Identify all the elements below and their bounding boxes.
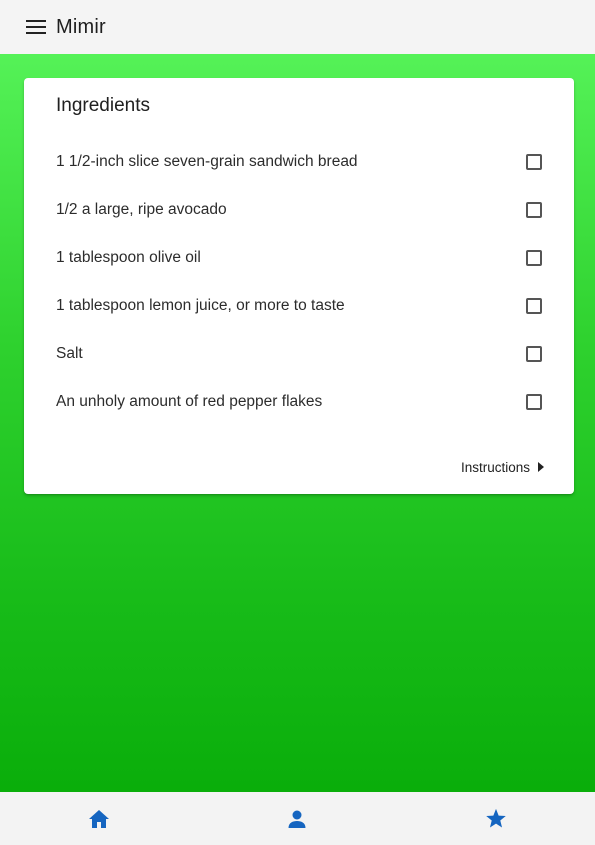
ingredient-label: 1 1/2-inch slice seven-grain sandwich br… — [56, 153, 358, 170]
ingredient-label: Salt — [56, 345, 83, 362]
arrow-right-icon — [538, 462, 544, 472]
ingredient-checkbox[interactable] — [526, 298, 542, 314]
nav-home[interactable] — [39, 792, 159, 845]
nav-favorites[interactable] — [436, 792, 556, 845]
ingredient-checkbox[interactable] — [526, 394, 542, 410]
ingredient-label: 1/2 a large, ripe avocado — [56, 201, 227, 218]
ingredient-item[interactable]: 1 tablespoon olive oil — [24, 234, 574, 282]
ingredient-label: An unholy amount of red pepper flakes — [56, 393, 323, 410]
menu-icon — [26, 20, 46, 34]
ingredient-checkbox[interactable] — [526, 346, 542, 362]
app-title: Mimir — [56, 15, 106, 38]
ingredient-checkbox[interactable] — [526, 154, 542, 170]
card-title: Ingredients — [56, 95, 151, 116]
person-icon — [288, 810, 306, 828]
star-icon — [486, 808, 506, 828]
ingredient-label: 1 tablespoon olive oil — [56, 249, 201, 266]
ingredients-card: Ingredients 1 1/2-inch slice seven-grain… — [24, 78, 574, 494]
ingredient-item[interactable]: 1/2 a large, ripe avocado — [24, 186, 574, 234]
ingredient-list: 1 1/2-inch slice seven-grain sandwich br… — [24, 138, 574, 426]
instructions-label: Instructions — [460, 459, 530, 475]
ingredient-label: 1 tablespoon lemon juice, or more to tas… — [56, 297, 345, 314]
ingredient-item[interactable]: 1 tablespoon lemon juice, or more to tas… — [24, 282, 574, 330]
instructions-button[interactable]: Instructions — [461, 456, 544, 478]
ingredient-item[interactable]: Salt — [24, 330, 574, 378]
ingredient-checkbox[interactable] — [526, 250, 542, 266]
app-root: Mimir Ingredients 1 1/2-inch slice seven… — [0, 0, 595, 845]
bottom-navigation — [0, 792, 595, 845]
ingredient-checkbox[interactable] — [526, 202, 542, 218]
home-icon — [89, 809, 110, 828]
top-app-bar: Mimir — [0, 0, 595, 54]
ingredient-item[interactable]: 1 1/2-inch slice seven-grain sandwich br… — [24, 138, 574, 186]
ingredient-item[interactable]: An unholy amount of red pepper flakes — [24, 378, 574, 426]
nav-profile[interactable] — [237, 792, 357, 845]
menu-button[interactable] — [25, 16, 47, 38]
